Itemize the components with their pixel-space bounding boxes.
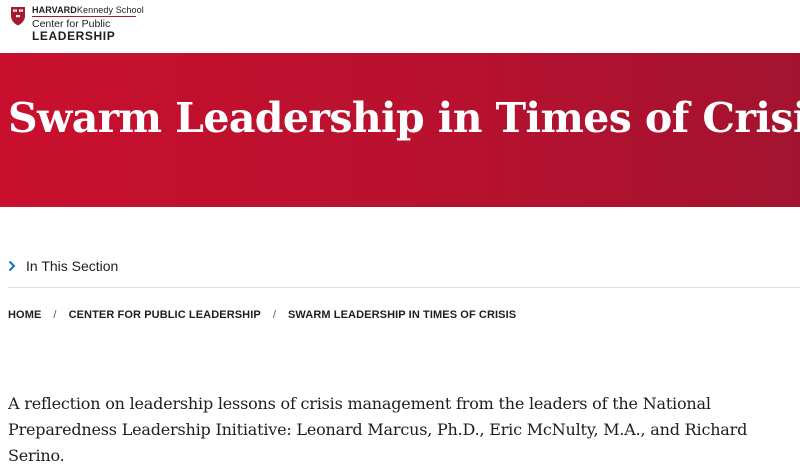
logo-school-name: HARVARDKennedy School: [32, 5, 144, 15]
breadcrumb-separator: /: [53, 309, 57, 321]
site-header: HARVARDKennedy School Center for Public …: [0, 0, 800, 53]
breadcrumb-home[interactable]: HOME: [8, 309, 41, 321]
section-divider: [8, 287, 800, 288]
logo-wordmark: HARVARDKennedy School Center for Public …: [32, 5, 144, 43]
intro-paragraph: A reflection on leadership lessons of cr…: [8, 394, 748, 465]
logo-kennedy-school-text: Kennedy School: [76, 5, 144, 15]
hks-cpl-logo[interactable]: HARVARDKennedy School Center for Public …: [10, 5, 144, 43]
chevron-right-icon: [8, 260, 16, 272]
logo-rule: [32, 16, 136, 17]
breadcrumb-current-page[interactable]: SWARM LEADERSHIP IN TIMES OF CRISIS: [288, 309, 516, 321]
page-title: Swarm Leadership in Times of Crisis: [8, 94, 800, 142]
logo-leadership-text: LEADERSHIP: [32, 29, 116, 43]
breadcrumb: HOME / CENTER FOR PUBLIC LEADERSHIP / SW…: [8, 309, 516, 321]
logo-harvard-text: HARVARD: [32, 5, 77, 15]
breadcrumb-separator: /: [272, 309, 276, 321]
harvard-shield-icon: [11, 7, 25, 26]
in-this-section-toggle[interactable]: In This Section: [8, 258, 118, 274]
breadcrumb-center-for-public-leadership[interactable]: CENTER FOR PUBLIC LEADERSHIP: [69, 309, 261, 321]
in-this-section-label: In This Section: [26, 258, 119, 274]
